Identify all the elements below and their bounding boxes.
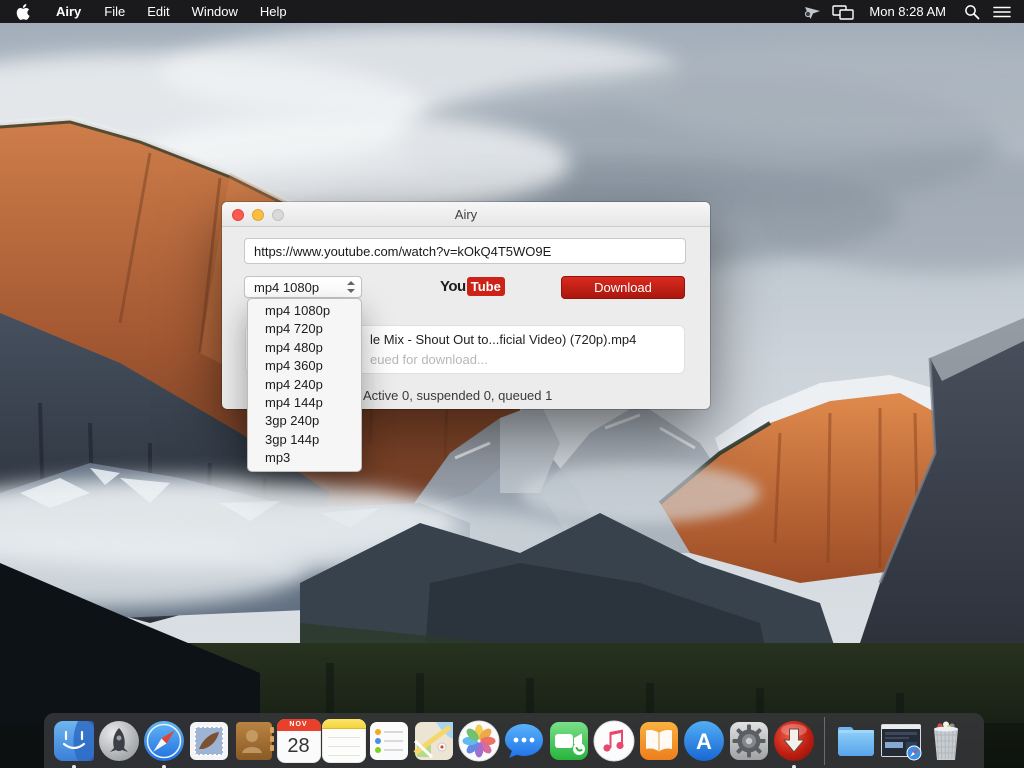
option-mp3[interactable]: mp3: [248, 449, 361, 467]
dock-photos-icon[interactable]: [457, 719, 501, 763]
dock-maps-icon[interactable]: [412, 719, 456, 763]
spotlight-search-icon[interactable]: [960, 0, 984, 23]
dock-itunes-icon[interactable]: [592, 719, 636, 763]
running-indicator: [72, 765, 76, 768]
dock-mail-icon[interactable]: [187, 719, 231, 763]
zoom-button-disabled: [272, 209, 284, 221]
display-mirroring-icon[interactable]: [831, 0, 855, 23]
dock-facetime-icon[interactable]: [547, 719, 591, 763]
dock-system-preferences-icon[interactable]: [727, 719, 771, 763]
format-select-value: mp4 1080p: [254, 280, 319, 295]
notification-center-icon[interactable]: [990, 0, 1014, 23]
dock-finder-icon[interactable]: [52, 719, 96, 763]
format-dropdown-menu: mp4 1080p mp4 720p mp4 480p mp4 360p mp4…: [247, 298, 362, 472]
option-mp4-240p[interactable]: mp4 240p: [248, 376, 361, 394]
window-title: Airy: [222, 202, 710, 227]
option-mp4-480p[interactable]: mp4 480p: [248, 339, 361, 357]
youtube-logo: You Tube: [440, 277, 505, 296]
option-3gp-240p[interactable]: 3gp 240p: [248, 412, 361, 430]
menu-bar: Airy File Edit Window Help Mon 8:28 AM: [0, 0, 1024, 23]
dock-calendar-icon[interactable]: NOV 28: [277, 719, 321, 763]
dock-app-store-icon[interactable]: A: [682, 719, 726, 763]
dock-launchpad-icon[interactable]: [97, 719, 141, 763]
dock-divider: [824, 717, 825, 765]
url-input[interactable]: [244, 238, 686, 264]
dock-contacts-icon[interactable]: [232, 719, 276, 763]
status-bar-text: Active 0, suspended 0, queued 1: [363, 388, 552, 403]
window-titlebar[interactable]: Airy: [222, 202, 710, 227]
dock-trash-icon[interactable]: [924, 719, 968, 763]
dock-safari-icon[interactable]: [142, 719, 186, 763]
screen-pointer-icon[interactable]: [801, 0, 825, 23]
calendar-day: 28: [277, 731, 321, 761]
minimize-button[interactable]: [252, 209, 264, 221]
download-button[interactable]: Download: [561, 276, 685, 299]
dock-notes-icon[interactable]: [322, 719, 366, 763]
close-button[interactable]: [232, 209, 244, 221]
menu-app-name[interactable]: Airy: [44, 0, 93, 23]
download-item-status: eued for download...: [370, 352, 488, 367]
dock-airy-icon[interactable]: [772, 719, 816, 763]
dock-downloads-folder-icon[interactable]: [834, 719, 878, 763]
apple-menu[interactable]: [0, 4, 44, 20]
dock-minimized-window-thumbnail[interactable]: [879, 719, 923, 763]
menu-edit[interactable]: Edit: [136, 0, 180, 23]
dock-reminders-icon[interactable]: [367, 719, 411, 763]
menu-clock[interactable]: Mon 8:28 AM: [861, 0, 954, 23]
running-indicator: [792, 765, 796, 768]
apple-icon: [16, 4, 30, 20]
menu-file[interactable]: File: [93, 0, 136, 23]
menu-window[interactable]: Window: [181, 0, 249, 23]
dock-messages-icon[interactable]: [502, 719, 546, 763]
download-item-title: le Mix - Shout Out to...ficial Video) (7…: [370, 332, 636, 347]
option-3gp-144p[interactable]: 3gp 144p: [248, 431, 361, 449]
running-indicator: [162, 765, 166, 768]
option-mp4-360p[interactable]: mp4 360p: [248, 357, 361, 375]
youtube-logo-you: You: [440, 278, 466, 295]
youtube-logo-tube: Tube: [467, 277, 505, 296]
select-chevrons-icon: [346, 280, 356, 294]
format-select[interactable]: mp4 1080p: [244, 276, 362, 298]
option-mp4-144p[interactable]: mp4 144p: [248, 394, 361, 412]
dock: NOV 28: [44, 713, 984, 768]
app-store-letter: A: [696, 729, 712, 754]
dock-ibooks-icon[interactable]: [637, 719, 681, 763]
option-mp4-720p[interactable]: mp4 720p: [248, 320, 361, 338]
menu-help[interactable]: Help: [249, 0, 298, 23]
option-mp4-1080p[interactable]: mp4 1080p: [248, 302, 361, 320]
calendar-month: NOV: [277, 719, 321, 731]
desktop: Airy File Edit Window Help Mon 8:28 AM: [0, 0, 1024, 768]
